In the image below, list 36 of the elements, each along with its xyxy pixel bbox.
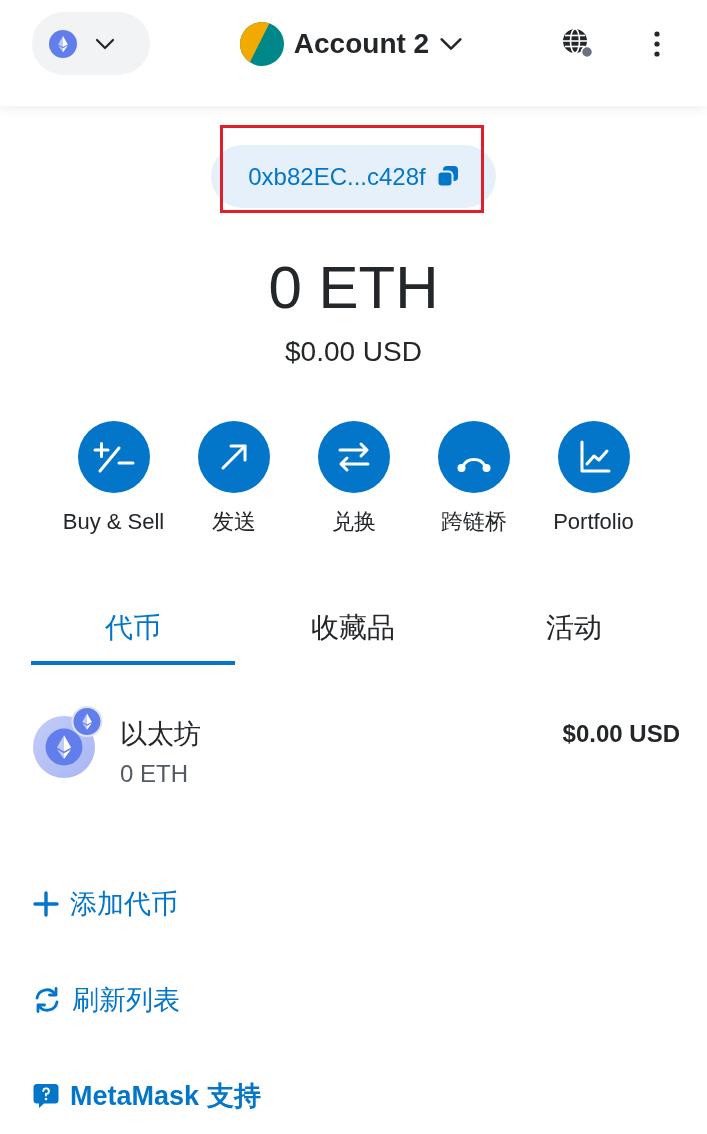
chevron-down-icon [95, 37, 115, 50]
balance-amount: 0 ETH [268, 253, 439, 323]
copy-icon [435, 165, 459, 188]
address-copy-button[interactable]: 0xb82EC...c428f [211, 145, 496, 208]
action-button[interactable]: 发送 [173, 421, 294, 536]
bridge-arc-icon [437, 421, 510, 493]
token-value: $0.00 USD [562, 719, 680, 749]
tab[interactable]: 收藏品 [251, 601, 456, 665]
ethereum-token-icon [32, 706, 103, 778]
action-button[interactable]: Portfolio [533, 421, 654, 536]
balance-fiat: $0.00 USD [285, 335, 422, 369]
globe-button[interactable] [562, 28, 593, 59]
link-button[interactable]: 刷新列表 [33, 982, 180, 1018]
swap-arrows-icon [317, 421, 390, 493]
globe-icon [562, 28, 593, 59]
plus-minus-icon [77, 421, 150, 493]
chevron-down-icon [439, 36, 464, 51]
token-name: 以太坊 [120, 718, 202, 751]
refresh-icon [33, 987, 61, 1013]
action-button[interactable]: 跨链桥 [413, 421, 534, 536]
tab[interactable]: 活动 [471, 601, 676, 665]
token-amount: 0 ETH [120, 759, 189, 789]
action-button[interactable]: 兑换 [293, 421, 414, 536]
line-chart-icon [557, 421, 630, 493]
arrow-up-right-icon [197, 421, 270, 493]
token-row[interactable]: 以太坊 0 ETH $0.00 USD [0, 665, 707, 790]
link-button[interactable]: MetaMask 支持 [33, 1078, 261, 1114]
tab[interactable]: 代币 [31, 601, 236, 665]
account-selector[interactable]: Account 2 [239, 12, 464, 75]
link-button[interactable]: 添加代币 [33, 886, 178, 922]
more-menu-button[interactable] [653, 30, 661, 57]
action-button[interactable]: Buy & Sell [53, 421, 174, 536]
ethereum-icon [49, 29, 77, 58]
help-chat-icon [33, 1083, 59, 1109]
kebab-menu-icon [653, 30, 661, 57]
plus-icon [33, 891, 59, 917]
